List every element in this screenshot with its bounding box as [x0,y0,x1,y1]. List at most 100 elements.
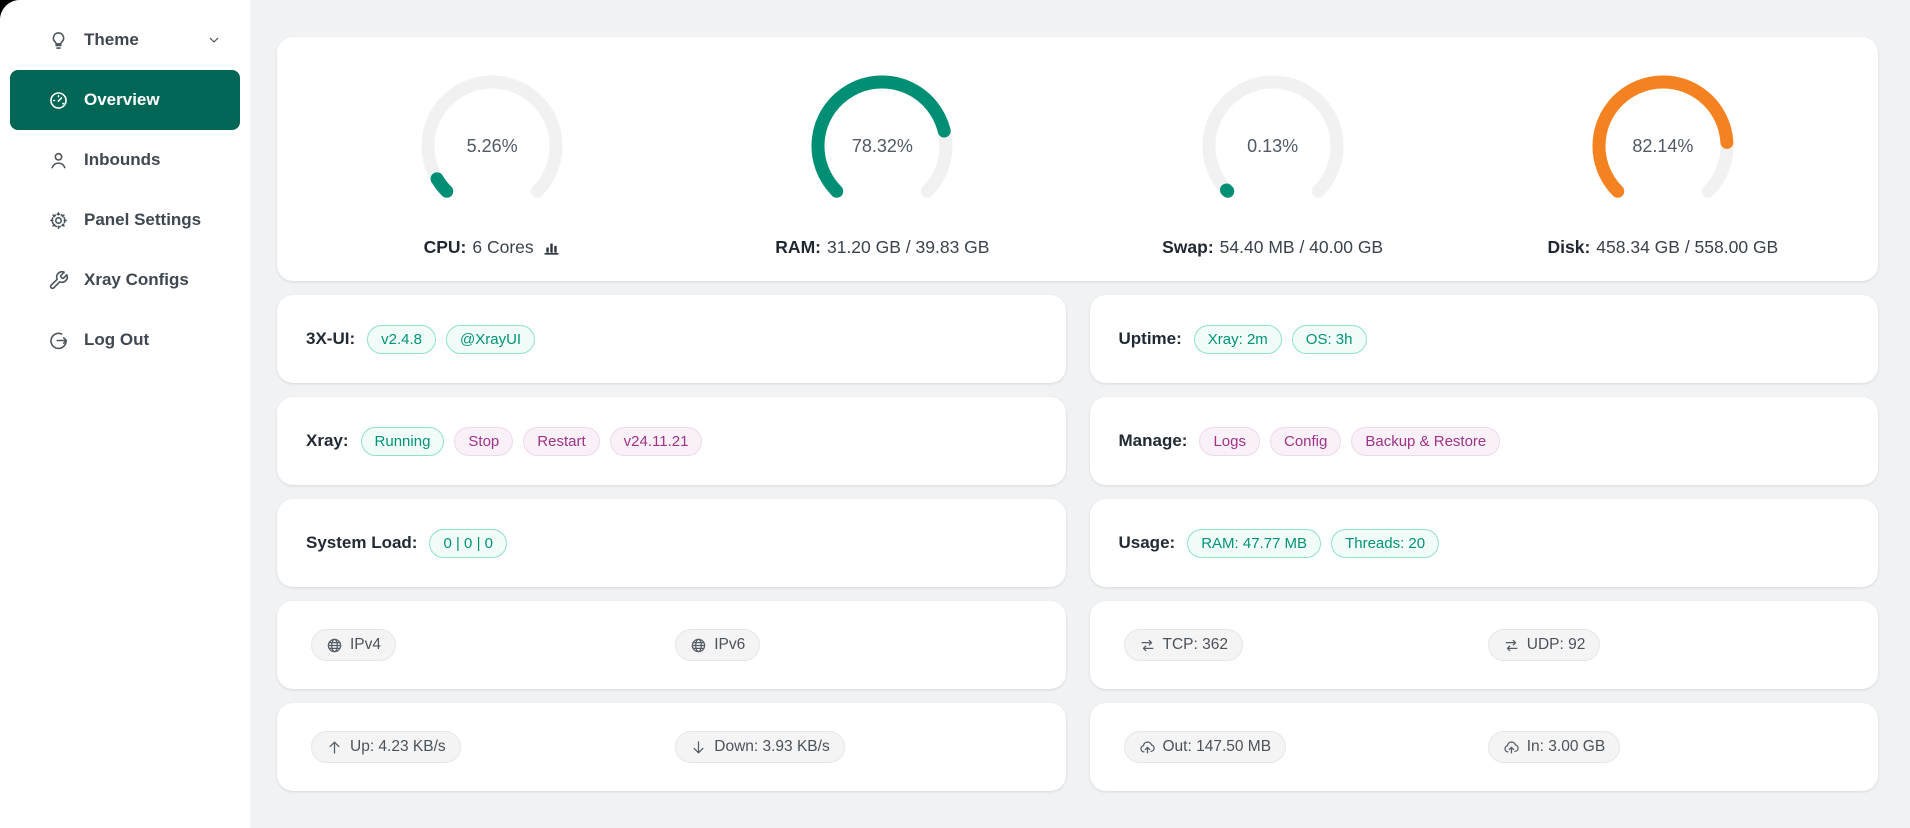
uptime-row: Uptime: Xray: 2m OS: 3h [1090,295,1879,383]
chevron-down-icon [206,32,222,48]
pill-text: UDP: 92 [1527,636,1586,654]
sidebar-item-panel-settings[interactable]: Panel Settings [10,190,240,250]
swap-label: Swap: 54.40 MB / 40.00 GB [1162,237,1383,258]
swap-icon [1139,637,1156,654]
uptime-row-label: Uptime: [1119,329,1182,349]
system-load-row: System Load:0 | 0 | 0 [277,499,1066,587]
pill-text: TCP: 362 [1163,636,1228,654]
ram-label-detail: 31.20 GB / 39.83 GB [827,237,989,258]
connections-row: TCP: 362 UDP: 92 [1090,601,1879,689]
pill-text: Up: 4.23 KB/s [350,738,446,756]
manage-row: Manage: Logs Config Backup & Restore [1090,397,1879,485]
usage-row-badge-threads-20: Threads: 20 [1331,529,1439,558]
main-content: 5.26% CPU:6 Cores 78.32% RAM: 31.20 GB / 39… [250,0,1910,828]
chart-icon[interactable] [542,238,561,257]
sidebar: Theme Overview Inbounds Panel Settings Xray … [0,0,250,828]
sidebar-item-log-out[interactable]: Log Out [10,310,240,370]
pill-text: Down: 3.93 KB/s [714,738,829,756]
manage-row-badge-config[interactable]: Config [1270,427,1341,456]
arrow-down-icon [690,739,707,756]
xray-status-row-badge-stop[interactable]: Stop [454,427,513,456]
globe-icon [326,637,343,654]
xray-status-row-badge-running: Running [361,427,445,456]
swap-icon [1503,637,1520,654]
arrow-up-icon [326,739,343,756]
system-load-row-badges: 0 | 0 | 0 [429,529,507,558]
gear-icon [48,210,69,231]
swap-percent: 0.13% [1198,71,1348,221]
panel-version-row-badge-xrayui[interactable]: @XrayUI [446,325,535,354]
dashboard-icon [48,90,69,111]
manage-row-label: Manage: [1119,431,1188,451]
sidebar-item-label: Inbounds [84,150,222,170]
sidebar-item-label: Overview [84,90,222,110]
speed-row: Up: 4.23 KB/s Down: 3.93 KB/s [277,703,1066,791]
disk-gauge: 82.14% Disk:458.34 GB / 558.00 GB [1468,71,1858,281]
panel-version-row-label: 3X-UI: [306,329,355,349]
sidebar-item-overview[interactable]: Overview [10,70,240,130]
user-icon [48,150,69,171]
ram-gauge: 78.32% RAM: 31.20 GB / 39.83 GB [687,71,1077,281]
xray-status-row-badges: Running Stop Restart v24.11.21 [361,427,703,456]
ram-percent: 78.32% [807,71,957,221]
traffic-row: Out: 147.50 MB In: 3.00 GB [1090,703,1879,791]
swap-gauge: 0.13% Swap: 54.40 MB / 40.00 GB [1078,71,1468,281]
xray-status-row-badge-v24-11-21[interactable]: v24.11.21 [610,427,703,456]
cpu-percent: 5.26% [417,71,567,221]
swap-label-title: Swap: [1162,237,1214,258]
pill-text: In: 3.00 GB [1527,738,1605,756]
uptime-row-badge-os-3h: OS: 3h [1292,325,1367,354]
swap-label-detail: 54.40 MB / 40.00 GB [1220,237,1383,258]
manage-row-badge-backup-restore[interactable]: Backup & Restore [1351,427,1500,456]
cpu-gauge: 5.26% CPU:6 Cores [297,71,687,281]
pill-text: Out: 147.50 MB [1163,738,1272,756]
info-column-left: 3X-UI: v2.4.8 @XrayUI Xray: Running Stop Resta… [277,295,1066,791]
ip-row-pill-ipv4: IPv4 [311,629,396,661]
ram-label: RAM: 31.20 GB / 39.83 GB [775,237,989,258]
sidebar-item-label: Panel Settings [84,210,222,230]
manage-row-badge-logs[interactable]: Logs [1199,427,1260,456]
info-cards: 3X-UI: v2.4.8 @XrayUI Xray: Running Stop Resta… [277,295,1878,791]
disk-label: Disk:458.34 GB / 558.00 GB [1548,237,1779,258]
cloud-up-icon [1139,739,1156,756]
sidebar-item-label: Theme [84,30,191,50]
usage-row: Usage:RAM: 47.77 MBThreads: 20 [1090,499,1879,587]
wrench-icon [48,270,69,291]
system-load-row-badge-0-0-0: 0 | 0 | 0 [429,529,507,558]
xray-status-row-badge-restart[interactable]: Restart [523,427,599,456]
disk-gauge-ring: 82.14% [1588,71,1738,221]
pill-text: IPv6 [714,636,745,654]
sidebar-item-xray-configs[interactable]: Xray Configs [10,250,240,310]
disk-percent: 82.14% [1588,71,1738,221]
ram-gauge-ring: 78.32% [807,71,957,221]
traffic-row-pill-out-147-50-mb: Out: 147.50 MB [1124,731,1287,763]
speed-row-pill-up-4-23-kb-s: Up: 4.23 KB/s [311,731,461,763]
swap-gauge-ring: 0.13% [1198,71,1348,221]
panel-version-row-badge-v2-4-8[interactable]: v2.4.8 [367,325,436,354]
ip-row: IPv4 IPv6 [277,601,1066,689]
usage-row-badge-ram-47-77-mb: RAM: 47.77 MB [1187,529,1321,558]
logout-icon [48,330,69,351]
cpu-label-detail: 6 Cores [472,237,533,258]
xray-status-row: Xray: Running Stop Restart v24.11.21 [277,397,1066,485]
xray-status-row-label: Xray: [306,431,349,451]
connections-row-pill-udp-92: UDP: 92 [1488,629,1601,661]
resource-gauges-card: 5.26% CPU:6 Cores 78.32% RAM: 31.20 GB / 39… [277,37,1878,281]
bulb-icon [48,30,69,51]
sidebar-item-label: Log Out [84,330,222,350]
ram-label-title: RAM: [775,237,821,258]
uptime-row-badge-xray-2m: Xray: 2m [1194,325,1282,354]
cpu-label: CPU:6 Cores [424,237,561,258]
cloud-up-icon [1503,739,1520,756]
sidebar-item-theme[interactable]: Theme [10,10,240,70]
disk-label-detail: 458.34 GB / 558.00 GB [1596,237,1778,258]
usage-row-badges: RAM: 47.77 MB Threads: 20 [1187,529,1439,558]
app-frame: Theme Overview Inbounds Panel Settings Xray … [0,0,1910,828]
speed-row-pill-down-3-93-kb-s: Down: 3.93 KB/s [675,731,844,763]
connections-row-pill-tcp-362: TCP: 362 [1124,629,1243,661]
manage-row-badges: Logs Config Backup & Restore [1199,427,1500,456]
info-column-right: Uptime: Xray: 2m OS: 3h Manage: Logs Config Ba… [1090,295,1879,791]
globe-icon [690,637,707,654]
ip-row-pill-ipv6: IPv6 [675,629,760,661]
sidebar-item-inbounds[interactable]: Inbounds [10,130,240,190]
